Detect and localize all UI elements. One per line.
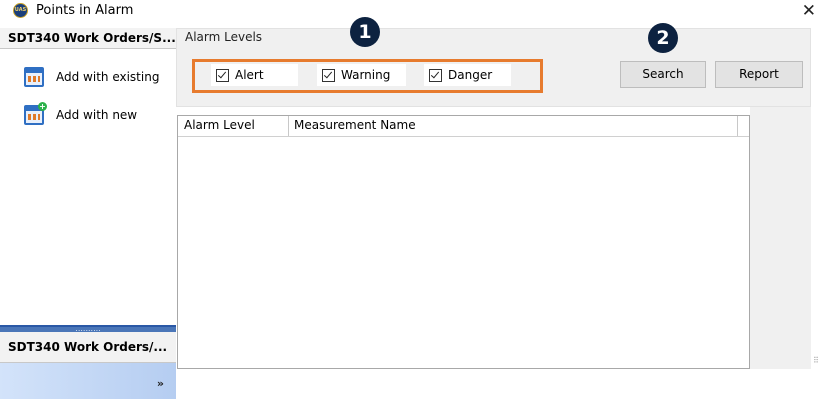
nav-item-label: Add with existing [56,70,160,84]
callout-highlight-box [192,59,543,93]
nav-item-add-with-new[interactable]: + Add with new [24,102,138,127]
app-logo-icon: UAS [13,3,28,18]
column-divider[interactable] [288,116,289,136]
nav-item-add-with-existing[interactable]: Add with existing [24,65,159,89]
chevron-overflow-icon[interactable]: » [157,377,164,390]
alarm-points-grid[interactable]: Alarm Level Measurement Name [177,115,750,369]
close-button[interactable]: ✕ [802,0,816,22]
column-divider[interactable] [737,116,738,136]
nav-footer[interactable]: SDT340 Work Orders/... [0,332,176,363]
pane-splitter[interactable]: .......... [0,325,176,333]
nav-header[interactable]: SDT340 Work Orders/S... [0,28,176,49]
callout-badge-2: 2 [648,23,678,53]
navigation-pane: SDT340 Work Orders/S... Add with existin… [0,28,176,399]
grid-header: Alarm Level Measurement Name [178,116,749,137]
nav-overflow-bar: » [0,363,176,399]
nav-item-label: Add with new [56,108,138,122]
alarm-levels-label: Alarm Levels [185,30,263,44]
calendar-icon [24,67,44,87]
window-title: Points in Alarm [36,3,134,18]
column-header-measurement-name[interactable]: Measurement Name [294,118,416,132]
callout-badge-1: 1 [350,17,380,47]
right-panel-background [750,107,811,369]
report-button[interactable]: Report [715,61,803,88]
column-header-alarm-level[interactable]: Alarm Level [184,118,255,132]
search-button[interactable]: Search [620,61,706,88]
resize-grip-icon[interactable]: ⠿ [813,356,823,366]
title-bar: UAS Points in Alarm ✕ [0,0,830,22]
calendar-add-icon: + [24,102,47,125]
